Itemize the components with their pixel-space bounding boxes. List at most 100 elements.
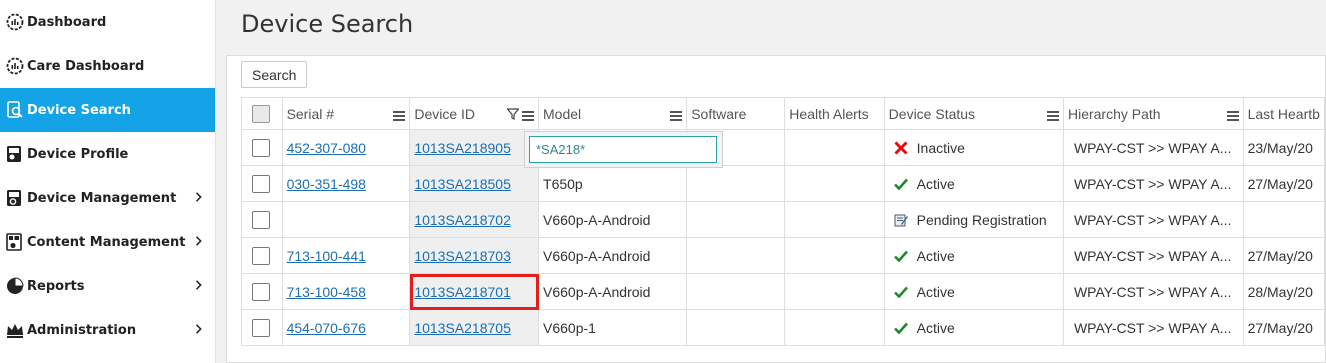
chevron-right-icon [193,321,205,337]
serial-cell [281,201,411,238]
device-id-cell: 1013SA218703 [409,237,540,274]
device-id-link[interactable]: 1013SA218905 [414,140,511,156]
row-checkbox[interactable] [252,318,270,337]
column-header-health-alerts[interactable]: Health Alerts [784,97,885,130]
health-alerts-cell [784,237,885,274]
column-menu-icon[interactable] [1046,108,1059,121]
table-row[interactable]: 1013SA218702 V660p-A-Android Pending Regis… [241,201,1326,238]
sidebar-item-dashboard[interactable]: Dashboard [0,0,215,44]
status-text: Pending Registration [916,211,1047,228]
hierarchy-path-cell: WPAY-CST >> WPAY A... [1062,129,1244,166]
column-header-software[interactable]: Software [686,97,786,130]
table-row[interactable]: 030-351-498 1013SA218505 T650p Active WPAY-C… [241,165,1326,202]
status-text: Active [916,319,955,336]
column-header-last-heartbeat[interactable]: Last Heartb [1242,97,1326,130]
software-cell [686,201,786,238]
model-cell: V660p-A-Android [538,237,688,274]
sidebar-item-device-management[interactable]: Device Management [0,176,215,220]
table-row[interactable]: 452-307-080 1013SA218905 Inactive WPAY-CST … [241,129,1326,166]
table-row[interactable]: 713-100-441 1013SA218703 V660p-A-Android Ac… [241,237,1326,274]
device-id-cell: 1013SA218701 [409,273,540,310]
software-cell [686,165,786,202]
device-status-cell: Active [883,309,1064,346]
column-menu-icon[interactable] [670,108,683,121]
sidebar-item-label: Device Management [27,190,177,206]
column-label: Model [543,105,582,122]
serial-link[interactable]: 713-100-458 [287,284,366,300]
app-root: Dashboard Care Dashboard Device Search Devi… [0,0,1326,363]
column-header-model[interactable]: Model [538,97,688,130]
row-checkbox[interactable] [252,282,270,301]
column-label: Health Alerts [789,105,869,122]
column-label: Last Heartb [1247,105,1320,122]
sidebar-item-label: Reports [27,278,85,294]
last-heartbeat-cell: 27/May/20 [1242,165,1326,202]
device-id-filter-input[interactable] [529,136,717,163]
check-icon [893,284,909,300]
row-select-cell [241,273,283,310]
row-checkbox[interactable] [252,138,270,157]
sidebar-item-administration[interactable]: Administration [0,308,215,352]
main-content: Device Search Search Serial # Device ID … [216,0,1326,363]
model-cell: V660p-A-Android [538,273,688,310]
serial-link[interactable]: 030-351-498 [287,176,366,192]
row-checkbox[interactable] [252,210,270,229]
select-all-checkbox[interactable] [252,104,270,123]
column-menu-icon[interactable] [393,108,406,121]
last-heartbeat-cell: 27/May/20 [1242,237,1326,274]
device-search-panel: Search Serial # Device ID Model Software… [226,55,1326,363]
sidebar-item-device-profile[interactable]: Device Profile [0,132,215,176]
sidebar-item-content-management[interactable]: Content Management [0,220,215,264]
software-cell [686,237,786,274]
admin-crown-icon [4,319,26,341]
serial-cell: 713-100-458 [281,273,411,310]
sidebar-item-reports[interactable]: Reports [0,264,215,308]
grid-header-row: Serial # Device ID Model Software Health… [241,97,1326,130]
sidebar: Dashboard Care Dashboard Device Search Devi… [0,0,216,363]
select-all-header [241,97,283,130]
sidebar-item-label: Device Profile [27,146,129,162]
sidebar-item-device-search[interactable]: Device Search [0,88,215,132]
device-id-cell: 1013SA218905 [409,129,540,166]
column-header-device-status[interactable]: Device Status [883,97,1064,130]
sidebar-item-care-dashboard[interactable]: Care Dashboard [0,44,215,88]
device-id-link[interactable]: 1013SA218702 [414,212,511,228]
serial-link[interactable]: 454-070-676 [287,320,366,336]
row-checkbox[interactable] [252,246,270,265]
filter-icon[interactable] [506,107,520,120]
chevron-right-icon [193,189,205,205]
column-header-device-id[interactable]: Device ID [409,97,540,130]
device-id-link[interactable]: 1013SA218703 [414,248,511,264]
model-cell: V660p-A-Android [538,201,688,238]
serial-link[interactable]: 452-307-080 [287,140,366,156]
row-checkbox[interactable] [252,174,270,193]
software-cell [686,309,786,346]
search-button[interactable]: Search [241,61,308,88]
device-id-link[interactable]: 1013SA218701 [414,284,511,300]
row-select-cell [241,165,283,202]
table-row[interactable]: 454-070-676 1013SA218705 V660p-1 Active WPAY… [241,309,1326,346]
device-id-link[interactable]: 1013SA218705 [414,320,511,336]
hierarchy-path-cell: WPAY-CST >> WPAY A... [1062,165,1244,202]
status-text: Active [916,283,955,300]
column-header-hierarchy-path[interactable]: Hierarchy Path [1062,97,1244,130]
serial-link[interactable]: 713-100-441 [287,248,366,264]
device-id-link[interactable]: 1013SA218505 [414,176,511,192]
column-header-serial[interactable]: Serial # [281,97,411,130]
table-row[interactable]: 713-100-458 1013SA218701 V660p-A-Android Ac… [241,273,1326,310]
column-label: Device ID [414,105,476,122]
page-title: Device Search [241,10,414,38]
device-status-cell: Active [883,273,1064,310]
check-icon [893,320,909,336]
column-menu-icon[interactable] [1226,108,1239,121]
device-id-cell: 1013SA218505 [409,165,540,202]
check-icon [893,176,909,192]
hierarchy-path-cell: WPAY-CST >> WPAY A... [1062,309,1244,346]
health-alerts-cell [784,129,885,166]
serial-cell: 030-351-498 [281,165,411,202]
gauge-icon [4,11,26,33]
device-id-filter-popup [524,131,723,168]
device-status-cell: Pending Registration [883,201,1064,238]
last-heartbeat-cell: 27/May/20 [1242,309,1326,346]
column-menu-icon[interactable] [522,108,535,121]
